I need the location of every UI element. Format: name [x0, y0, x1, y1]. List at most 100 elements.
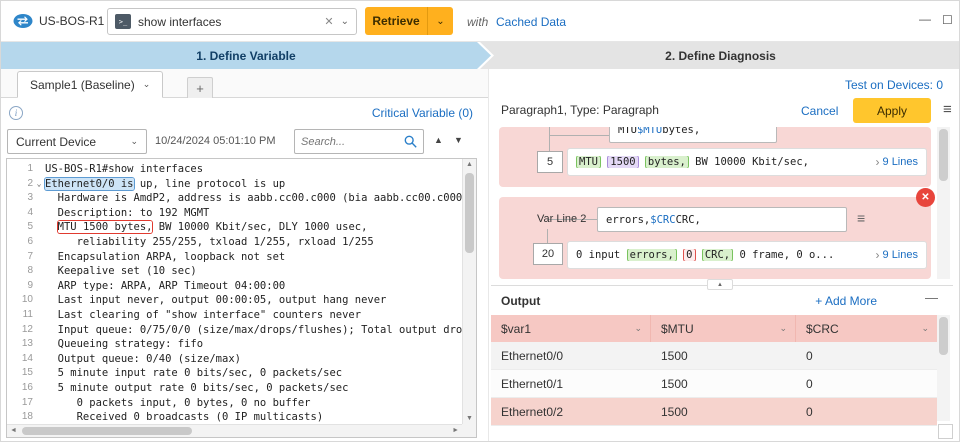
scrollbar-thumb[interactable]	[939, 129, 948, 181]
topbar: US-BOS-R1 >_ show interfaces ✕ ⌄ Retriev…	[1, 1, 960, 42]
chevron-down-icon[interactable]: ⌄	[341, 17, 349, 27]
variable-line-highlight: MTU 1500 bytes,	[58, 221, 153, 233]
matched-token: MTU	[577, 156, 600, 168]
cached-data-link[interactable]: Cached Data	[496, 15, 566, 29]
retrieve-dropdown-button[interactable]: ⌄	[427, 7, 453, 35]
table-cell: Ethernet0/2	[491, 398, 651, 425]
code-line: 4 Description: to 192 MGMT	[7, 206, 462, 221]
code-text: 5 minute input rate 0 bits/sec, 0 packet…	[45, 366, 342, 381]
matched-token: CRC,	[703, 249, 732, 261]
retrieve-split-button: Retrieve ⌄	[365, 7, 453, 35]
variable-anchor-highlight: Ethernet0/0 is	[45, 178, 134, 190]
sample-line-row[interactable]: 0 input errors, 0 CRC, 0 frame, 0 o... ›…	[567, 241, 927, 269]
scrollbar-thumb[interactable]	[939, 317, 948, 355]
collapse-section-icon[interactable]: —	[925, 290, 938, 305]
column-header[interactable]: $CRC⌄	[796, 315, 937, 342]
chevron-down-icon[interactable]: ⌄	[779, 323, 787, 334]
fold-spacer	[33, 220, 45, 235]
table-row[interactable]: Ethernet0/015000	[491, 342, 937, 370]
column-header[interactable]: $var1⌄	[491, 315, 651, 342]
paragraph-menu-icon[interactable]: ≡	[943, 101, 952, 118]
fold-spacer	[33, 323, 45, 338]
output-table-header: $var1⌄$MTU⌄$CRC⌄	[491, 315, 937, 342]
command-combobox[interactable]: >_ show interfaces ✕ ⌄	[107, 8, 357, 35]
fold-spacer	[33, 279, 45, 294]
paragraph-scrollbar[interactable]	[937, 127, 950, 279]
fold-spacer	[33, 162, 45, 177]
fold-spacer	[33, 293, 45, 308]
scroll-right-icon[interactable]: ►	[452, 427, 459, 434]
device-scope-select[interactable]: Current Device ⌄	[7, 129, 147, 154]
minimize-button[interactable]: —	[919, 12, 931, 26]
cli-output-panel[interactable]: 1US-BOS-R1#show interfaces2⌄Ethernet0/0 …	[6, 158, 477, 438]
line-number: 3	[7, 191, 33, 206]
expand-lines-link[interactable]: › 9 Lines	[876, 156, 918, 168]
table-row[interactable]: Ethernet0/215000	[491, 398, 937, 426]
expand-lines-link[interactable]: › 9 Lines	[876, 249, 918, 261]
connector-line	[549, 135, 609, 136]
chevron-down-icon[interactable]: ⌄	[634, 323, 642, 334]
scroll-up-icon[interactable]: ▲	[463, 161, 476, 168]
var-line2-variable: $CRC	[650, 214, 675, 226]
var-line1-input[interactable]: MTU $MTU bytes,	[609, 127, 777, 143]
line-number: 8	[7, 264, 33, 279]
step-define-variable[interactable]: 1. Define Variable	[1, 42, 491, 69]
table-row[interactable]: Ethernet0/115000	[491, 370, 937, 398]
code-segment: 5 minute input rate 0 bits/sec, 0 packet…	[45, 367, 342, 379]
critical-variable-link[interactable]: Critical Variable (0)	[1, 106, 473, 120]
scrollbar-thumb[interactable]	[465, 173, 474, 253]
step-define-diagnosis[interactable]: 2. Define Diagnosis	[480, 42, 960, 69]
code-text: Last clearing of "show interface" counte…	[45, 308, 361, 323]
code-horizontal-scrollbar[interactable]: ◄ ►	[7, 424, 462, 437]
code-segment	[45, 221, 58, 233]
var-line2-input[interactable]: errors, $CRC CRC,	[597, 207, 847, 232]
scroll-left-icon[interactable]: ◄	[10, 427, 17, 434]
sample-text: BW 10000 Kbit/sec,	[689, 156, 815, 168]
add-sample-tab-button[interactable]: +	[187, 77, 213, 98]
scroll-down-icon[interactable]: ▼	[463, 415, 476, 422]
delete-variable-button[interactable]: ✕	[916, 188, 935, 207]
collapse-output-button[interactable]: ▲	[707, 279, 733, 290]
netbrain-variable-editor: US-BOS-R1 >_ show interfaces ✕ ⌄ Retriev…	[0, 0, 960, 442]
output-table-scrollbar[interactable]	[937, 315, 950, 421]
line-number: 16	[7, 381, 33, 396]
scrollbar-thumb[interactable]	[22, 427, 192, 435]
code-line: 1US-BOS-R1#show interfaces	[7, 162, 462, 177]
search-input[interactable]	[301, 136, 404, 148]
var-line1-suffix: bytes,	[662, 127, 700, 136]
line-number: 15	[7, 366, 33, 381]
maximize-button[interactable]: ☐	[942, 13, 953, 27]
apply-button[interactable]: Apply	[853, 98, 931, 123]
lines-count: 9 Lines	[883, 156, 918, 168]
chevron-down-icon[interactable]: ⌄	[143, 79, 151, 90]
fold-toggle-icon[interactable]: ⌄	[33, 177, 45, 192]
search-next-button[interactable]: ▼	[454, 135, 463, 145]
retrieve-button[interactable]: Retrieve	[365, 7, 427, 35]
code-vertical-scrollbar[interactable]: ▲ ▼	[462, 159, 476, 424]
device-name[interactable]: US-BOS-R1	[39, 14, 104, 28]
cli-icon: >_	[115, 14, 131, 29]
tab-sample1-baseline[interactable]: Sample1 (Baseline) ⌄	[17, 71, 163, 98]
search-icon[interactable]	[404, 135, 417, 148]
column-header[interactable]: $MTU⌄	[651, 315, 796, 342]
fold-spacer	[33, 308, 45, 323]
command-value[interactable]: show interfaces	[138, 15, 320, 29]
code-line: 9 ARP type: ARPA, ARP Timeout 04:00:00	[7, 279, 462, 294]
test-on-devices-link[interactable]: Test on Devices: 0	[701, 78, 943, 92]
code-line: 11 Last clearing of "show interface" cou…	[7, 308, 462, 323]
code-text: US-BOS-R1#show interfaces	[45, 162, 203, 177]
chevron-down-icon[interactable]: ⌄	[921, 323, 929, 334]
code-text: Queueing strategy: fifo	[45, 337, 203, 352]
code-line: 3 Hardware is AmdP2, address is aabb.cc0…	[7, 191, 462, 206]
clear-icon[interactable]: ✕	[324, 15, 333, 28]
search-prev-button[interactable]: ▲	[434, 135, 443, 145]
sample-line-row[interactable]: MTU 1500 bytes, BW 10000 Kbit/sec, › 9 L…	[567, 148, 927, 176]
code-segment: up, line protocol is up	[134, 178, 286, 190]
output-title: Output	[501, 294, 540, 308]
fold-spacer	[33, 250, 45, 265]
code-segment: BW 10000 Kbit/sec, DLY 1000 usec,	[152, 221, 367, 233]
cancel-button[interactable]: Cancel	[801, 104, 838, 118]
drag-handle-icon[interactable]: ≡	[857, 210, 865, 226]
step-label: 2. Define Diagnosis	[665, 49, 776, 63]
add-more-link[interactable]: + Add More	[757, 294, 877, 308]
